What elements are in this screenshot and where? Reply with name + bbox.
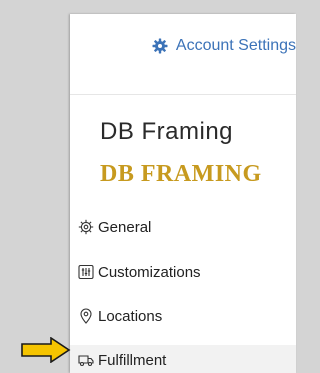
nav-item-label: General bbox=[98, 218, 152, 236]
sliders-icon bbox=[78, 264, 94, 280]
business-logo: DB FRAMING bbox=[100, 161, 262, 187]
nav-item-fulfillment[interactable]: Fulfillment bbox=[70, 345, 296, 373]
settings-cog-icon bbox=[78, 219, 94, 235]
map-pin-icon bbox=[80, 308, 92, 324]
account-settings-link[interactable]: Account Settings bbox=[70, 14, 296, 78]
nav-item-locations[interactable]: Locations bbox=[78, 301, 296, 331]
business-name: DB Framing bbox=[100, 118, 234, 145]
nav-item-general[interactable]: General bbox=[78, 212, 296, 242]
header-divider bbox=[70, 94, 296, 95]
gear-icon bbox=[152, 38, 168, 54]
truck-icon bbox=[78, 355, 94, 367]
nav-item-customizations[interactable]: Customizations bbox=[78, 257, 296, 287]
arrow-pointer-icon bbox=[21, 337, 71, 363]
settings-panel: Account Settings DB Framing DB FRAMING G… bbox=[70, 14, 296, 373]
nav-item-label: Customizations bbox=[98, 263, 201, 281]
account-settings-label[interactable]: Account Settings bbox=[176, 37, 296, 55]
nav-item-label: Fulfillment bbox=[98, 351, 167, 369]
nav-item-label: Locations bbox=[98, 307, 163, 325]
